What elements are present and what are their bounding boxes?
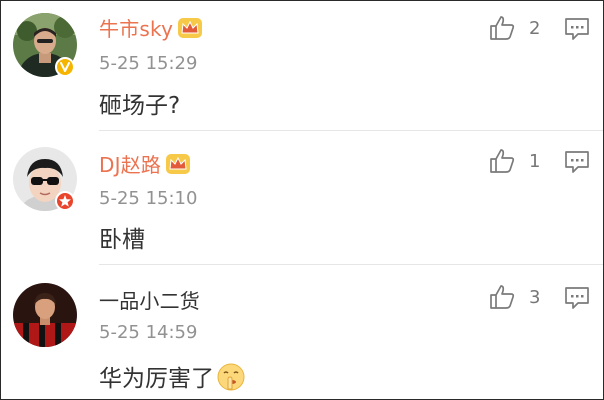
username[interactable]: 一品小二货 [99,289,200,313]
shush-face-emoji [216,362,246,399]
comment-list: 牛市sky 5-25 15:29 砸场子? 2 DJ赵路 5-25 15:10 … [0,0,604,400]
like-count: 2 [529,18,541,39]
comment-reply-icon[interactable] [563,284,591,312]
comment-time: 5-25 15:29 [99,53,198,74]
crown-icon [165,153,191,180]
comment-item: DJ赵路 5-25 15:10 卧槽 1 [1,131,603,265]
thumbs-up-icon[interactable] [488,147,516,175]
username[interactable]: 牛市sky [99,17,203,44]
verified-badge [55,191,75,211]
username-text: 一品小二货 [99,289,200,313]
username-text: 牛市sky [99,17,174,41]
comment-item: 牛市sky 5-25 15:29 砸场子? 2 [1,1,603,131]
like-count: 1 [529,151,541,172]
username[interactable]: DJ赵路 [99,153,191,180]
comment-text: 砸场子? [99,93,181,119]
comment-text: 卧槽 [99,227,145,253]
comment-text-content: 华为厉害了 [99,366,214,392]
comment-time: 5-25 14:59 [99,322,198,343]
verified-badge [55,57,75,77]
comment-item: 一品小二货 5-25 14:59 华为厉害了 3 [1,265,603,399]
thumbs-up-icon[interactable] [488,14,516,42]
username-text: DJ赵路 [99,153,162,177]
comment-reply-icon[interactable] [563,15,591,43]
comment-time: 5-25 15:10 [99,188,198,209]
comment-reply-icon[interactable] [563,148,591,176]
crown-icon [177,17,203,44]
like-count: 3 [529,287,541,308]
thumbs-up-icon[interactable] [488,283,516,311]
avatar[interactable] [13,283,77,347]
comment-text: 华为厉害了 [99,362,246,399]
